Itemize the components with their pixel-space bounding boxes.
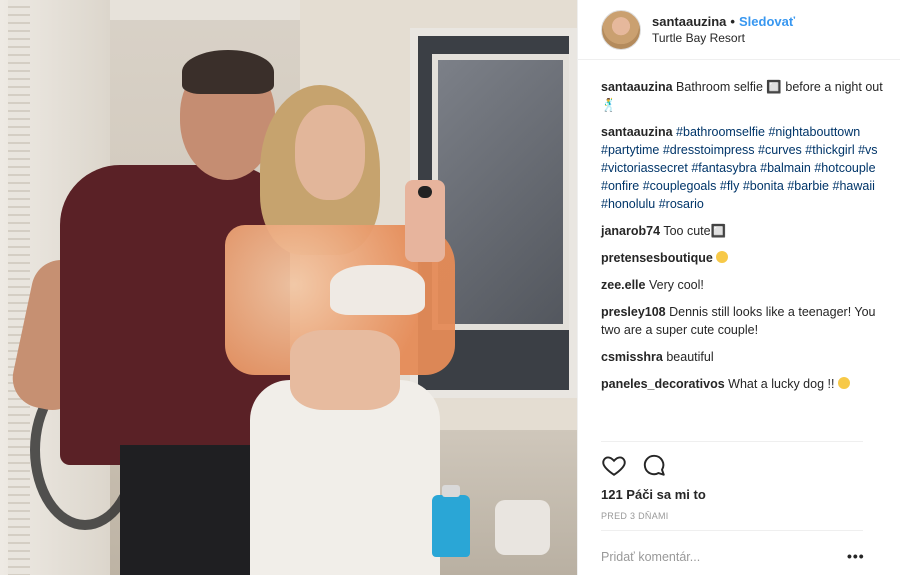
hashtag-link[interactable]: #fly xyxy=(720,179,739,193)
hashtag-link[interactable]: #thickgirl xyxy=(805,143,854,157)
hashtag-link[interactable]: #rosario xyxy=(659,197,704,211)
comment-item: pretensesboutique xyxy=(601,249,891,267)
post-actions xyxy=(601,452,667,478)
hashtag-link[interactable]: #couplegoals xyxy=(643,179,717,193)
water-bottle xyxy=(432,485,470,557)
smile-emoji-icon xyxy=(837,377,850,389)
header-username[interactable]: santaauzina xyxy=(652,14,726,29)
divider xyxy=(601,441,863,442)
comment-username[interactable]: santaauzina xyxy=(601,125,673,139)
comment-username[interactable]: janarob74 xyxy=(601,224,660,238)
post-photo[interactable] xyxy=(0,0,577,575)
header-separator: • xyxy=(730,13,735,29)
hashtag-link[interactable]: #curves xyxy=(758,143,802,157)
comments-list: santaauzina Bathroom selfie 🔲 before a n… xyxy=(601,78,891,438)
heart-icon[interactable] xyxy=(601,452,627,478)
hashtags-comment: santaauzina #bathroomselfie #nightaboutt… xyxy=(601,123,891,213)
post-header: santaauzina • Sledovať Turtle Bay Resort xyxy=(578,0,900,60)
hashtag-link[interactable]: #vs xyxy=(858,143,877,157)
comment-text: Very cool! xyxy=(648,278,704,292)
likes-count[interactable]: 121 Páči sa mi to xyxy=(601,487,706,502)
hashtag-link[interactable]: #partytime xyxy=(601,143,659,157)
hashtag-link[interactable]: #dresstoimpress xyxy=(663,143,755,157)
hashtag-link[interactable]: #honolulu xyxy=(601,197,655,211)
instagram-post: santaauzina • Sledovať Turtle Bay Resort s… xyxy=(0,0,900,575)
smile-emoji-icon xyxy=(716,251,729,263)
hashtag-link[interactable]: #onfire xyxy=(601,179,639,193)
hashtag-link[interactable]: #bonita xyxy=(743,179,784,193)
post-sidebar: santaauzina • Sledovať Turtle Bay Resort s… xyxy=(577,0,900,575)
post-timestamp: PRED 3 DŇAMI xyxy=(601,511,669,521)
hashtag-link[interactable]: #hotcouple xyxy=(814,161,875,175)
add-comment-input[interactable]: Pridať komentár... xyxy=(601,550,700,564)
comment-item: janarob74 Too cute🔲 xyxy=(601,222,891,240)
hashtag-link[interactable]: #balmain xyxy=(760,161,811,175)
more-options-button[interactable]: ••• xyxy=(847,548,865,564)
avatar[interactable] xyxy=(601,9,641,50)
hashtag-link[interactable]: #bathroomselfie xyxy=(676,125,765,139)
comment-item: paneles_decorativos What a lucky dog !! xyxy=(601,375,891,393)
caption-username[interactable]: santaauzina xyxy=(601,80,673,94)
hashtag-link[interactable]: #fantasybra xyxy=(691,161,756,175)
follow-button[interactable]: Sledovať xyxy=(739,14,795,29)
comment-text: Too cute🔲 xyxy=(663,224,727,238)
phone xyxy=(405,180,445,262)
hashtag-link[interactable]: #nightabouttown xyxy=(768,125,860,139)
hashtag-link[interactable]: #hawaii xyxy=(833,179,875,193)
comment-item: csmisshra beautiful xyxy=(601,348,891,366)
comment-username[interactable]: presley108 xyxy=(601,305,666,319)
caption: santaauzina Bathroom selfie 🔲 before a n… xyxy=(601,78,891,114)
hashtag-link[interactable]: #barbie xyxy=(787,179,829,193)
comment-item: zee.elle Very cool! xyxy=(601,276,891,294)
comment-username[interactable]: paneles_decorativos xyxy=(601,377,725,391)
comment-icon[interactable] xyxy=(641,452,667,478)
comment-username[interactable]: zee.elle xyxy=(601,278,645,292)
comment-username[interactable]: pretensesboutique xyxy=(601,251,713,265)
comment-username[interactable]: csmisshra xyxy=(601,350,663,364)
comment-text: What a lucky dog !! xyxy=(728,377,835,391)
comment-text: beautiful xyxy=(666,350,714,364)
comment-item: presley108 Dennis still looks like a tee… xyxy=(601,303,891,339)
divider xyxy=(601,530,863,531)
location-link[interactable]: Turtle Bay Resort xyxy=(652,30,795,47)
hashtag-link[interactable]: #victoriassecret xyxy=(601,161,688,175)
